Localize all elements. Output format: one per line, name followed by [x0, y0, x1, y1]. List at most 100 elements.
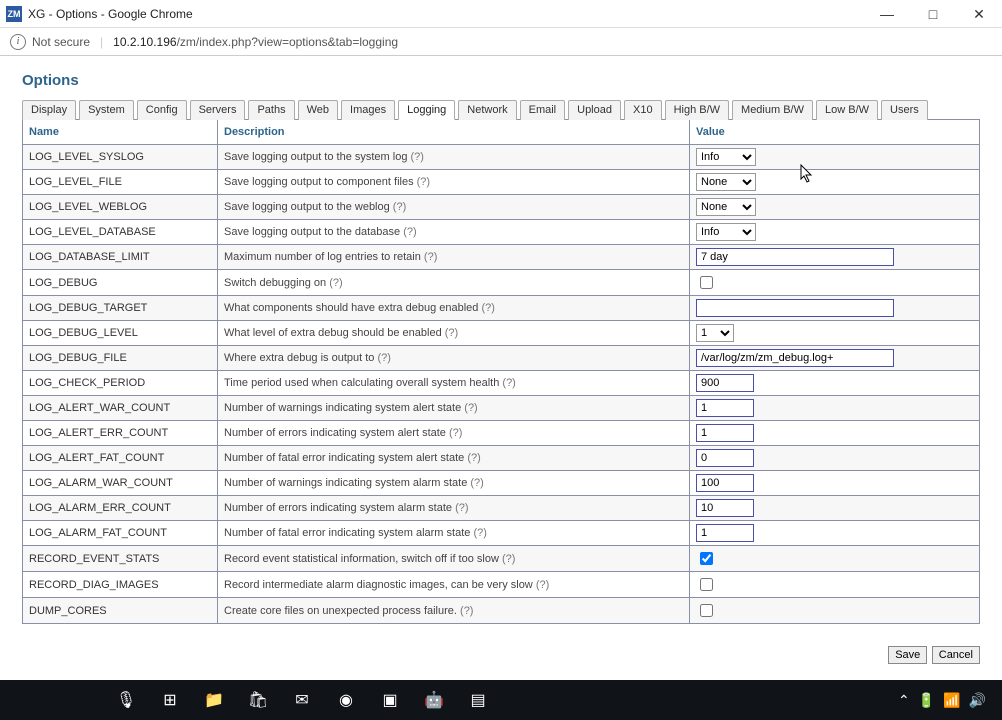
tab-upload[interactable]: Upload	[568, 100, 621, 120]
option-input[interactable]	[696, 499, 754, 517]
col-name: Name	[23, 120, 218, 145]
explorer-icon[interactable]: 📁	[192, 680, 236, 720]
option-checkbox[interactable]	[700, 604, 713, 617]
help-icon[interactable]: (?)	[536, 579, 549, 591]
option-name: LOG_LEVEL_FILE	[23, 170, 218, 195]
option-value-cell	[690, 598, 980, 624]
option-name: LOG_DEBUG_TARGET	[23, 296, 218, 321]
option-input[interactable]	[696, 474, 754, 492]
option-select[interactable]: Info	[696, 148, 756, 166]
tab-paths[interactable]: Paths	[248, 100, 294, 120]
help-icon[interactable]: (?)	[473, 527, 486, 539]
option-value-cell	[690, 471, 980, 496]
tab-email[interactable]: Email	[520, 100, 566, 120]
option-select[interactable]: None	[696, 173, 756, 191]
url-path: /zm/index.php?view=options&tab=logging	[177, 35, 398, 49]
help-icon[interactable]: (?)	[467, 452, 480, 464]
help-icon[interactable]: (?)	[460, 605, 473, 617]
help-icon[interactable]: (?)	[377, 352, 390, 364]
help-icon[interactable]: (?)	[417, 176, 430, 188]
tab-servers[interactable]: Servers	[190, 100, 246, 120]
option-desc: Record intermediate alarm diagnostic ima…	[218, 572, 690, 598]
maximize-button[interactable]: □	[910, 0, 956, 28]
option-value-cell: Info	[690, 145, 980, 170]
help-icon[interactable]: (?)	[455, 502, 468, 514]
option-input[interactable]	[696, 424, 754, 442]
tab-config[interactable]: Config	[137, 100, 187, 120]
outlook-icon[interactable]: ✉	[280, 680, 324, 720]
tab-medium-b-w[interactable]: Medium B/W	[732, 100, 813, 120]
page-title: Options	[22, 72, 980, 89]
tab-high-b-w[interactable]: High B/W	[665, 100, 729, 120]
option-checkbox[interactable]	[700, 276, 713, 289]
help-icon[interactable]: (?)	[481, 302, 494, 314]
option-input[interactable]	[696, 524, 754, 542]
option-checkbox[interactable]	[700, 578, 713, 591]
help-icon[interactable]: (?)	[464, 402, 477, 414]
help-icon[interactable]: (?)	[393, 201, 406, 213]
help-icon[interactable]: (?)	[411, 151, 424, 163]
android-icon[interactable]: 🤖	[412, 680, 456, 720]
options-table: Name Description Value LOG_LEVEL_SYSLOGS…	[22, 119, 980, 624]
tab-display[interactable]: Display	[22, 100, 76, 120]
help-icon[interactable]: (?)	[502, 377, 515, 389]
chrome-icon[interactable]: ◉	[324, 680, 368, 720]
tab-low-b-w[interactable]: Low B/W	[816, 100, 878, 120]
option-desc: Record event statistical information, sw…	[218, 546, 690, 572]
option-value-cell: Info	[690, 220, 980, 245]
help-icon[interactable]: (?)	[470, 477, 483, 489]
option-desc: Number of errors indicating system alert…	[218, 421, 690, 446]
store-icon[interactable]: 🛍	[236, 680, 280, 720]
info-icon[interactable]: i	[10, 34, 26, 50]
option-desc: Save logging output to the system log (?…	[218, 145, 690, 170]
page-content: Options DisplaySystemConfigServersPathsW…	[0, 56, 1002, 680]
tab-logging[interactable]: Logging	[398, 100, 455, 120]
option-row: DUMP_CORESCreate core files on unexpecte…	[23, 598, 980, 624]
option-select[interactable]: None	[696, 198, 756, 216]
close-button[interactable]: ✕	[956, 0, 1002, 28]
help-icon[interactable]: (?)	[403, 226, 416, 238]
address-bar[interactable]: i Not secure | 10.2.10.196/zm/index.php?…	[0, 28, 1002, 56]
tab-web[interactable]: Web	[298, 100, 338, 120]
option-desc: What components should have extra debug …	[218, 296, 690, 321]
battery-icon[interactable]: 🔋	[918, 692, 935, 709]
help-icon[interactable]: (?)	[329, 277, 342, 289]
option-input[interactable]	[696, 248, 894, 266]
option-input[interactable]	[696, 299, 894, 317]
app1-icon[interactable]: ▣	[368, 680, 412, 720]
save-button[interactable]: Save	[888, 646, 927, 664]
option-row: LOG_ALARM_WAR_COUNTNumber of warnings in…	[23, 471, 980, 496]
option-input[interactable]	[696, 349, 894, 367]
tab-network[interactable]: Network	[458, 100, 516, 120]
option-input[interactable]	[696, 399, 754, 417]
mic-icon[interactable]: 🎙	[104, 680, 148, 720]
minimize-button[interactable]: ―	[864, 0, 910, 28]
cancel-button[interactable]: Cancel	[932, 646, 980, 664]
option-name: LOG_ALERT_WAR_COUNT	[23, 396, 218, 421]
help-icon[interactable]: (?)	[502, 553, 515, 565]
option-checkbox[interactable]	[700, 552, 713, 565]
help-icon[interactable]: (?)	[424, 251, 437, 263]
tray-overflow-icon[interactable]: ⌃	[898, 692, 910, 709]
option-row: LOG_DATABASE_LIMITMaximum number of log …	[23, 245, 980, 270]
wifi-icon[interactable]: 📶	[943, 692, 960, 709]
volume-icon[interactable]: 🔊	[969, 692, 986, 709]
option-input[interactable]	[696, 374, 754, 392]
option-select[interactable]: Info	[696, 223, 756, 241]
option-name: LOG_DEBUG_LEVEL	[23, 321, 218, 346]
tab-images[interactable]: Images	[341, 100, 395, 120]
taskview-icon[interactable]: ⊞	[148, 680, 192, 720]
option-input[interactable]	[696, 449, 754, 467]
app2-icon[interactable]: ▤	[456, 680, 500, 720]
tab-x10[interactable]: X10	[624, 100, 662, 120]
option-desc: What level of extra debug should be enab…	[218, 321, 690, 346]
tab-users[interactable]: Users	[881, 100, 928, 120]
option-select[interactable]: 1	[696, 324, 734, 342]
tab-system[interactable]: System	[79, 100, 134, 120]
help-icon[interactable]: (?)	[445, 327, 458, 339]
option-desc: Number of warnings indicating system ale…	[218, 396, 690, 421]
option-value-cell	[690, 346, 980, 371]
option-desc: Number of errors indicating system alarm…	[218, 496, 690, 521]
option-row: LOG_ALERT_WAR_COUNTNumber of warnings in…	[23, 396, 980, 421]
help-icon[interactable]: (?)	[449, 427, 462, 439]
